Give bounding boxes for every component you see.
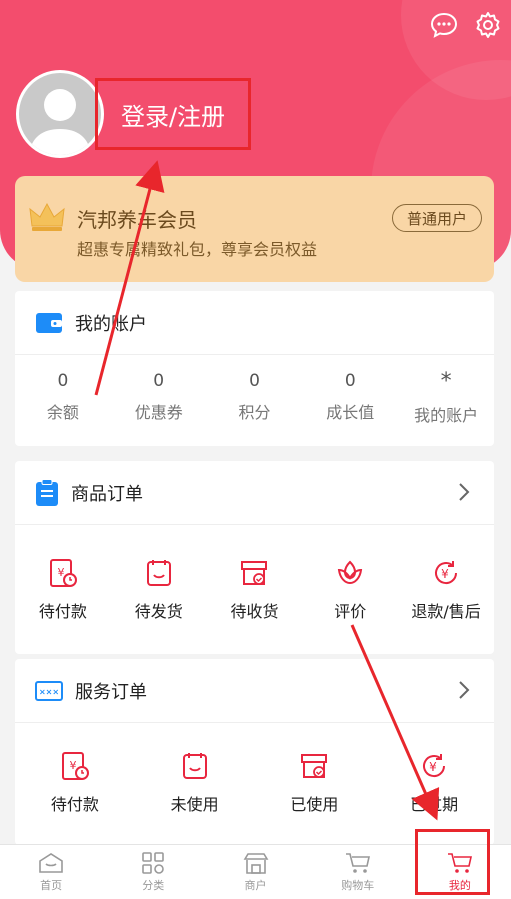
highlight-box — [415, 829, 490, 895]
stat-label: 优惠券 — [134, 403, 183, 422]
login-register-label: 登录/注册 — [120, 102, 226, 131]
member-level-badge[interactable]: 普通用户 — [391, 204, 482, 232]
settings-gear-icon[interactable] — [473, 10, 503, 40]
svg-text:¥: ¥ — [429, 760, 437, 774]
tab-label: 分类 — [142, 878, 165, 892]
stat-label: 我的账户 — [414, 405, 479, 425]
order-label: 未使用 — [170, 795, 219, 814]
unused-icon — [182, 753, 207, 779]
pending-shipment-icon — [146, 560, 171, 586]
vip-title: 汽邦养车会员 — [77, 208, 197, 232]
crown-icon — [29, 202, 65, 236]
service-orders-row: ¥ 待付款 未使用 已使用 ¥ 已过期 — [15, 723, 494, 843]
stat-value: * — [440, 368, 452, 394]
service-used[interactable]: 已使用 — [255, 723, 375, 843]
svg-text:¥: ¥ — [57, 566, 64, 579]
pending-payment-icon: ¥ — [49, 559, 77, 587]
service-unused[interactable]: 未使用 — [135, 723, 255, 843]
ticket-icon: ××× — [35, 680, 63, 701]
tab-home[interactable]: 首页 — [0, 845, 102, 899]
stat-balance[interactable]: 0 余额 — [15, 355, 111, 439]
category-icon — [142, 851, 165, 874]
used-icon — [301, 754, 328, 778]
tab-category[interactable]: 分类 — [102, 845, 204, 899]
stat-coupons[interactable]: 0 优惠券 — [111, 355, 207, 439]
message-icon[interactable] — [429, 10, 459, 40]
chevron-right-icon — [459, 483, 470, 501]
order-label: 待付款 — [50, 795, 99, 814]
clipboard-icon — [36, 478, 58, 506]
svg-text:¥: ¥ — [441, 567, 449, 581]
stat-value: 0 — [57, 371, 69, 391]
header-actions — [429, 10, 503, 40]
stat-label: 成长值 — [326, 403, 375, 422]
svg-text:¥: ¥ — [69, 759, 76, 772]
order-label: 待收货 — [230, 602, 279, 621]
avatar-silhouette-icon — [29, 89, 91, 155]
tab-cart[interactable]: 购物车 — [307, 845, 409, 899]
service-orders-title: 服务订单 — [75, 681, 147, 703]
order-pending-payment[interactable]: ¥ 待付款 — [15, 525, 111, 655]
chevron-right-icon — [459, 681, 470, 699]
tab-label: 首页 — [40, 878, 63, 892]
store-icon — [243, 852, 268, 874]
refund-icon: ¥ — [435, 561, 458, 585]
service-orders-header[interactable]: ××× 服务订单 — [15, 659, 494, 723]
goods-orders-card: 商品订单 ¥ 待付款 待发货 待收货 评价 ¥ 退款/售后 — [15, 461, 494, 654]
review-icon — [338, 560, 363, 585]
account-card-header[interactable]: 我的账户 — [15, 291, 494, 355]
wallet-icon — [36, 312, 62, 333]
order-pending-shipment[interactable]: 待发货 — [111, 525, 207, 655]
account-stats: 0 余额 0 优惠券 0 积分 0 成长值 * 我的账户 — [15, 355, 494, 439]
tab-label: 商户 — [244, 878, 267, 892]
order-label: 退款/售后 — [411, 602, 481, 621]
avatar[interactable] — [16, 70, 104, 158]
order-review[interactable]: 评价 — [302, 525, 398, 655]
stat-growth[interactable]: 0 成长值 — [302, 355, 398, 439]
order-refund[interactable]: ¥ 退款/售后 — [398, 525, 494, 655]
goods-orders-row: ¥ 待付款 待发货 待收货 评价 ¥ 退款/售后 — [15, 525, 494, 655]
order-label: 评价 — [334, 602, 367, 621]
service-expired[interactable]: ¥ 已过期 — [374, 723, 494, 843]
order-label: 待发货 — [134, 602, 183, 621]
order-pending-receipt[interactable]: 待收货 — [207, 525, 303, 655]
home-icon — [39, 852, 63, 873]
goods-orders-header[interactable]: 商品订单 — [15, 461, 494, 525]
stat-label: 积分 — [238, 403, 271, 422]
goods-orders-title: 商品订单 — [71, 483, 143, 505]
stat-label: 余额 — [46, 403, 79, 422]
account-card: 我的账户 0 余额 0 优惠券 0 积分 0 成长值 * 我的账户 — [15, 291, 494, 446]
expired-icon: ¥ — [423, 754, 446, 778]
service-pending-payment[interactable]: ¥ 待付款 — [15, 723, 135, 843]
tab-label: 购物车 — [341, 878, 375, 892]
pending-payment-icon: ¥ — [61, 752, 89, 780]
svg-text:×××: ××× — [39, 687, 59, 696]
stat-value: 0 — [249, 371, 260, 391]
login-register-link[interactable]: 登录/注册 — [95, 78, 251, 150]
account-title: 我的账户 — [75, 313, 147, 335]
vip-subtitle: 超惠专属精致礼包，尊享会员权益 — [77, 240, 318, 259]
order-label: 已使用 — [290, 795, 339, 814]
stat-points[interactable]: 0 积分 — [207, 355, 303, 439]
tab-store[interactable]: 商户 — [204, 845, 306, 899]
pending-receipt-icon — [241, 561, 268, 585]
stat-value: 0 — [153, 371, 165, 391]
order-label: 待付款 — [38, 602, 87, 621]
order-label: 已过期 — [410, 795, 459, 814]
vip-membership-card[interactable]: 汽邦养车会员 超惠专属精致礼包，尊享会员权益 普通用户 — [15, 176, 494, 282]
cart-icon — [345, 852, 370, 873]
stat-my-account[interactable]: * 我的账户 — [398, 355, 494, 439]
stat-value: 0 — [344, 371, 356, 391]
member-level-label: 普通用户 — [406, 209, 467, 228]
service-orders-card: ××× 服务订单 ¥ 待付款 未使用 已使用 ¥ 已过期 — [15, 659, 494, 845]
